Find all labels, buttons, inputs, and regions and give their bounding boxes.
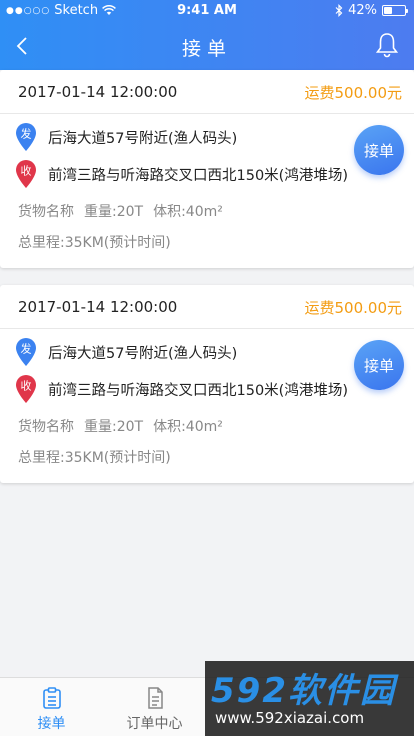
watermark-brand: 592软件园: [211, 671, 396, 711]
cargo-info: 货物名称 重量:20T 体积:40m²: [18, 201, 223, 221]
cargo-name: 货物名称: [18, 204, 74, 220]
order-fee: 运费500.00元: [304, 84, 403, 102]
accept-order-button[interactable]: 接单: [354, 125, 404, 175]
delivery-pin-icon: 收: [16, 375, 36, 403]
delivery-badge: 收: [21, 164, 32, 178]
accept-order-button[interactable]: 接单: [354, 340, 404, 390]
status-bar: ●●○○○ Sketch 9:41 AM 42%: [0, 0, 414, 22]
from-address: 后海大道57号附近(渔人码头): [48, 130, 238, 147]
notification-button[interactable]: [374, 31, 400, 59]
watermark-url: www.592xiazai.com: [215, 709, 365, 727]
cargo-volume: 体积:40m²: [153, 204, 223, 220]
battery-percent: 42%: [348, 3, 377, 18]
order-fee: 运费500.00元: [304, 299, 403, 317]
order-card-header: 2017-01-14 12:00:00 运费500.00元: [0, 70, 414, 114]
from-address-row: 发 后海大道57号附近(渔人码头): [14, 122, 237, 152]
order-card-header: 2017-01-14 12:00:00 运费500.00元: [0, 285, 414, 329]
order-time: 2017-01-14 12:00:00: [18, 83, 178, 101]
pickup-pin-icon: 发: [16, 123, 36, 151]
cargo-volume: 体积:40m²: [153, 419, 223, 435]
bluetooth-icon: [335, 4, 343, 17]
tab-label: 订单中心: [126, 716, 183, 732]
total-distance: 总里程:35KM(预计时间): [18, 235, 171, 251]
cargo-info: 货物名称 重量:20T 体积:40m²: [18, 416, 223, 436]
clipboard-icon: [42, 687, 61, 709]
status-right: 42%: [335, 3, 408, 18]
cargo-weight: 重量:20T: [84, 419, 144, 435]
tab-accept-orders[interactable]: 接单: [0, 678, 103, 736]
to-address: 前湾三路与听海路交叉口西北150米(鸿港堆场): [48, 167, 348, 184]
distance-info: 总里程:35KM(预计时间): [18, 447, 171, 467]
document-icon: [147, 687, 163, 709]
tab-label: 接单: [37, 716, 66, 732]
pickup-badge: 发: [21, 127, 32, 141]
cargo-name: 货物名称: [18, 419, 74, 435]
order-card: 2017-01-14 12:00:00 运费500.00元 发 后海大道57号附…: [0, 285, 414, 483]
to-address: 前湾三路与听海路交叉口西北150米(鸿港堆场): [48, 382, 348, 399]
from-address-row: 发 后海大道57号附近(渔人码头): [14, 337, 237, 367]
bell-icon: [375, 33, 399, 58]
to-address-row: 收 前湾三路与听海路交叉口西北150米(鸿港堆场): [14, 159, 348, 189]
header: ●●○○○ Sketch 9:41 AM 42% 接单: [0, 0, 414, 70]
tab-order-center[interactable]: 订单中心: [103, 678, 206, 736]
battery-icon: [382, 5, 408, 16]
cargo-weight: 重量:20T: [84, 204, 144, 220]
delivery-badge: 收: [21, 379, 32, 393]
from-address: 后海大道57号附近(渔人码头): [48, 345, 238, 362]
nav-bar: 接单: [0, 22, 414, 70]
order-time: 2017-01-14 12:00:00: [18, 298, 178, 316]
pickup-pin-icon: 发: [16, 338, 36, 366]
pickup-badge: 发: [21, 342, 32, 356]
total-distance: 总里程:35KM(预计时间): [18, 450, 171, 466]
watermark: 592软件园 www.592xiazai.com: [205, 661, 414, 736]
delivery-pin-icon: 收: [16, 160, 36, 188]
battery-fill: [384, 7, 393, 14]
page-title: 接单: [181, 38, 232, 60]
distance-info: 总里程:35KM(预计时间): [18, 232, 171, 252]
to-address-row: 收 前湾三路与听海路交叉口西北150米(鸿港堆场): [14, 374, 348, 404]
order-card: 2017-01-14 12:00:00 运费500.00元 发 后海大道57号附…: [0, 70, 414, 268]
